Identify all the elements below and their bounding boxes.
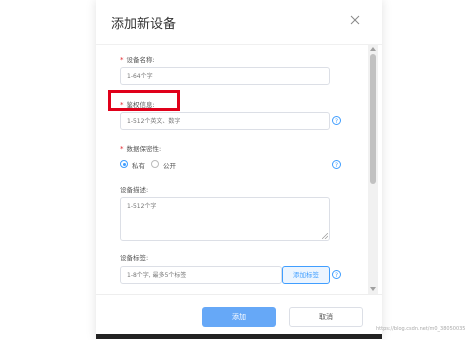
highlight-annotation-box — [108, 90, 180, 111]
device-tags-input[interactable] — [120, 266, 282, 284]
auth-info-input[interactable] — [120, 112, 330, 130]
required-mark: * — [120, 56, 124, 64]
resize-handle-icon[interactable] — [322, 233, 328, 239]
dialog-body: *设备名称: *鉴权信息: ? *数据保密性: 私有 公开 ? 设备描述: 设备… — [96, 44, 382, 294]
add-tag-button[interactable]: 添加标签 — [282, 266, 330, 284]
submit-button[interactable]: 添加 — [202, 307, 276, 327]
tags-help-icon[interactable]: ? — [332, 270, 341, 279]
privacy-public-label[interactable]: 公开 — [163, 160, 176, 170]
close-icon[interactable] — [349, 14, 361, 26]
privacy-private-radio[interactable] — [120, 160, 128, 168]
required-mark: * — [120, 145, 124, 153]
data-privacy-label: * 数据保密性: — [120, 145, 162, 153]
scroll-up-arrow-icon[interactable] — [368, 44, 378, 54]
scrollbar[interactable] — [368, 44, 378, 294]
device-name-label: * 设备名称: — [120, 56, 155, 64]
add-device-dialog: 添加新设备 *设备名称: *鉴权信息: ? *数据保密性: 私有 公开 ? 设备… — [96, 0, 382, 340]
device-name-input[interactable] — [120, 67, 330, 85]
device-description-textarea[interactable] — [120, 197, 330, 241]
dialog-header: 添加新设备 — [96, 0, 382, 45]
cancel-button[interactable]: 取消 — [289, 307, 363, 327]
privacy-public-radio[interactable] — [151, 160, 159, 168]
auth-help-icon[interactable]: ? — [332, 116, 341, 125]
watermark: https://blog.csdn.net/m0_38050035 — [376, 326, 466, 332]
device-description-label: 设备描述: — [120, 186, 149, 194]
scroll-down-arrow-icon[interactable] — [368, 284, 378, 294]
device-tags-label: 设备标签: — [120, 254, 149, 262]
privacy-help-icon[interactable]: ? — [332, 160, 341, 169]
bottom-edge-bar — [96, 334, 382, 339]
scroll-thumb[interactable] — [370, 54, 376, 184]
dialog-title: 添加新设备 — [111, 17, 177, 32]
privacy-private-label[interactable]: 私有 — [132, 160, 145, 170]
